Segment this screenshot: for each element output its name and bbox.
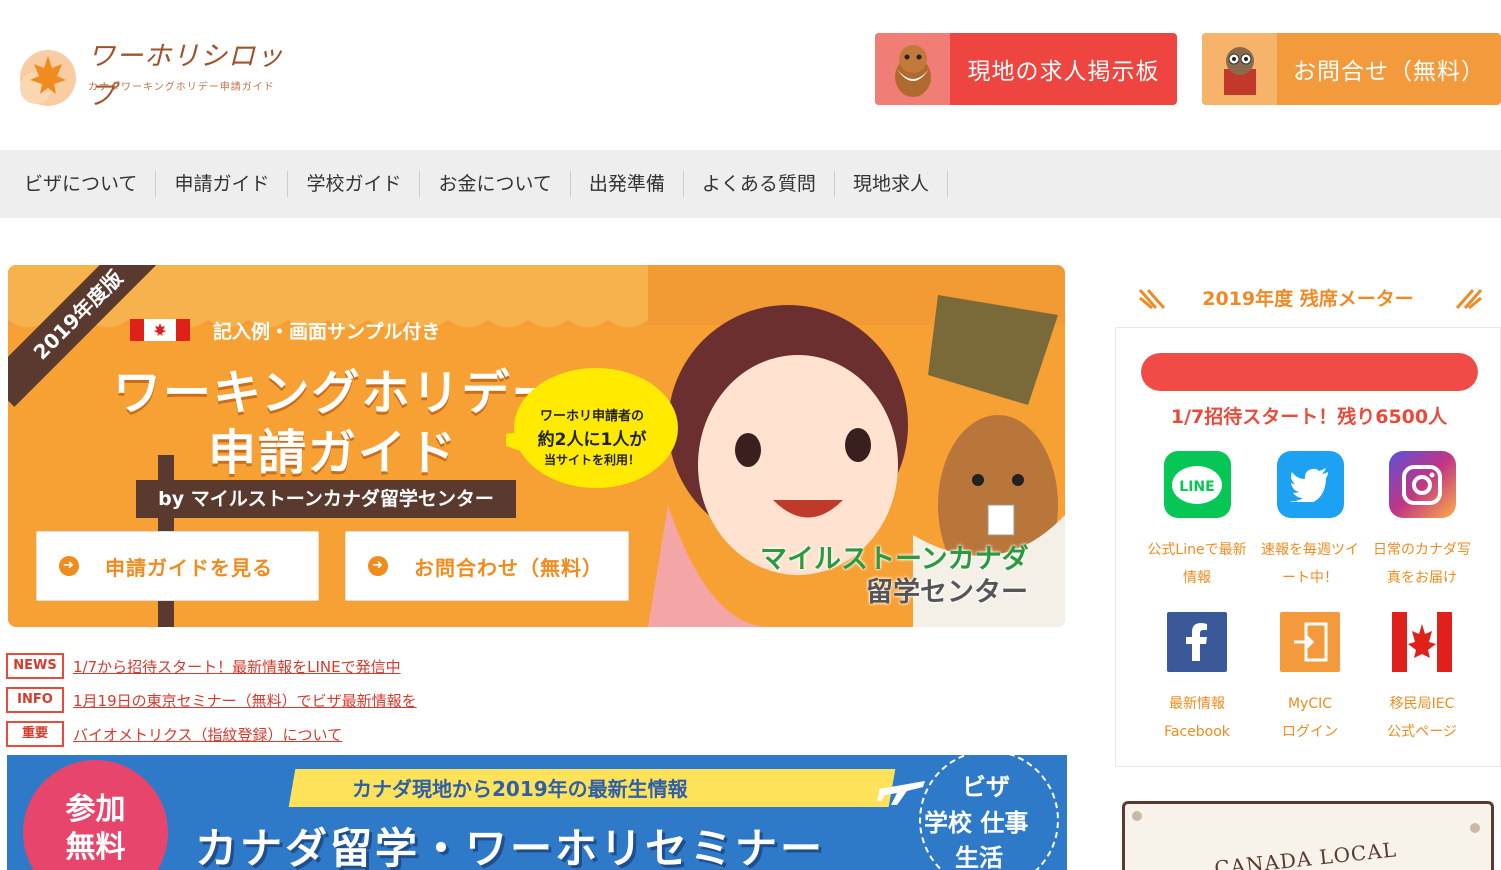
canada-flag-icon — [130, 319, 190, 341]
hero-byline: by マイルストーンカナダ留学センター — [136, 480, 516, 518]
owl-mascot-icon — [1202, 33, 1277, 105]
speech-bubble: ワーホリ申請者の 約2人に1人が 当サイトを利用！ — [506, 363, 678, 493]
sns-facebook[interactable]: 最新情報 Facebook — [1142, 612, 1252, 746]
meter-panel: 1/7招待スタート！残り6500人 LINE 公式Lineで最新 情報 速報を毎週… — [1115, 327, 1501, 767]
logo-title: ワーホリシロップ — [88, 41, 284, 111]
page: ワーホリシロップ カナダワーキングホリデー申請ガイド 現地の求人掲示板 お問合せ… — [0, 0, 1501, 870]
bubble-line1: ワーホリ申請者の — [539, 409, 644, 424]
instagram-icon — [1388, 451, 1456, 518]
mycic-link[interactable]: MyCIC ログイン — [1255, 612, 1365, 746]
jobs-board-button[interactable]: 現地の求人掲示板 — [875, 33, 1177, 105]
pin-icon — [1132, 811, 1142, 821]
airplane-icon — [877, 781, 925, 805]
beaver-mascot-icon — [875, 33, 950, 105]
nav-item-faq[interactable]: よくある質問 — [684, 171, 835, 197]
news-link[interactable]: 1/7から招待スタート！最新情報をLINEで発信中 — [73, 656, 401, 677]
seminar-banner[interactable]: 参加 無料 カナダ現地から2019年の最新生情報 カナダ留学・ワーホリセミナー … — [7, 755, 1067, 870]
sns-caption: MyCIC ログイン — [1282, 696, 1338, 740]
news-item: INFO 1月19日の東京セミナー（無料）でビザ最新情報を — [6, 687, 417, 713]
sns-line[interactable]: LINE 公式Lineで最新 情報 — [1142, 451, 1252, 592]
seminar-ribbon-text: カナダ現地から2019年の最新生情報 — [352, 777, 688, 801]
nav-item-money[interactable]: お金について — [420, 171, 571, 197]
sns-instagram[interactable]: 日常のカナダ写 真をお届け — [1367, 451, 1477, 592]
meter-status: 1/7招待スタート！残り6500人 — [1170, 406, 1448, 428]
sample-caption: 記入例・画面サンプル付き — [213, 321, 441, 343]
topic-line2: 学校 仕事 — [924, 809, 1029, 837]
facebook-icon — [1167, 612, 1227, 672]
line-icon: LINE — [1163, 451, 1231, 518]
meter-title: 2019年度 残席メーター — [1202, 288, 1414, 310]
hero-title-line2: 申請ガイド — [208, 425, 459, 481]
hero-contact-label: お問合わせ（無料） — [414, 555, 603, 580]
sns-caption: 公式Lineで最新 情報 — [1147, 542, 1247, 586]
seat-meter-fill — [1141, 353, 1478, 391]
nav-item-preparation[interactable]: 出発準備 — [571, 171, 684, 197]
sns-caption: 移民局IEC 公式ページ — [1387, 696, 1457, 740]
main-nav: ビザについて 申請ガイド 学校ガイド お金について 出発準備 よくある質問 現地… — [0, 150, 1501, 218]
seminar-title: カナダ留学・ワーホリセミナー — [195, 824, 826, 870]
jobs-board-label: 現地の求人掲示板 — [967, 59, 1160, 85]
bubble-line3: 当サイトを利用！ — [543, 453, 640, 467]
contact-button[interactable]: お問合せ（無料） — [1202, 33, 1501, 105]
sns-caption: 日常のカナダ写 真をお届け — [1373, 542, 1471, 586]
contact-label: お問合せ（無料） — [1293, 59, 1485, 85]
arrow-right-icon: ➜ — [59, 556, 79, 576]
brand-name-line2: 留学センター — [866, 577, 1028, 608]
classified-banner[interactable]: CANADA LOCAL CLASSIFIED — [1122, 801, 1494, 870]
news-item: 重要 バイオメトリクス（指紋登録）について — [6, 721, 342, 747]
sns-caption: 速報を毎週ツイ ート中！ — [1261, 542, 1359, 586]
hero-contact-button[interactable]: ➜ お問合わせ（無料） — [345, 531, 629, 601]
site-logo[interactable]: ワーホリシロップ カナダワーキングホリデー申請ガイド — [8, 30, 288, 111]
sparkle-right-icon — [1455, 289, 1483, 310]
bubble-line2: 約2人に1人が — [537, 430, 647, 450]
twitter-icon — [1276, 451, 1344, 518]
nav-item-visa[interactable]: ビザについて — [6, 171, 157, 197]
seat-meter-bar — [1141, 353, 1478, 391]
news-tag: NEWS — [6, 653, 64, 679]
logo-subtitle: カナダワーキングホリデー申請ガイド — [88, 82, 275, 93]
news-tag: INFO — [6, 687, 64, 713]
arrow-right-icon: ➜ — [368, 556, 388, 576]
nav-item-local-jobs[interactable]: 現地求人 — [835, 171, 948, 197]
news-link[interactable]: 1月19日の東京セミナー（無料）でビザ最新情報を — [73, 690, 417, 711]
view-guide-label: 申請ガイドを見る — [105, 555, 273, 580]
sns-caption: 最新情報 Facebook — [1164, 696, 1230, 740]
svg-text:LINE: LINE — [1179, 479, 1214, 495]
news-item: NEWS 1/7から招待スタート！最新情報をLINEで発信中 — [6, 653, 401, 679]
classified-title: CANADA LOCAL CLASSIFIED — [1213, 837, 1398, 870]
news-tag: 重要 — [6, 721, 64, 747]
nav-item-application-guide[interactable]: 申請ガイド — [156, 171, 289, 197]
mycic-icon — [1280, 612, 1340, 672]
hero-banner[interactable]: 2019年度版 記入例・画面サンプル付き ワーキングホリデー 申請ガイド by … — [8, 265, 1065, 627]
canada-flag-icon — [1392, 612, 1452, 672]
nav-item-school-guide[interactable]: 学校ガイド — [288, 171, 421, 197]
view-guide-button[interactable]: ➜ 申請ガイドを見る — [36, 531, 319, 601]
news-link[interactable]: バイオメトリクス（指紋登録）について — [73, 724, 342, 745]
iec-link[interactable]: 移民局IEC 公式ページ — [1367, 612, 1477, 746]
maple-logo-icon — [20, 50, 76, 106]
topic-line3: 生活 — [955, 844, 1003, 870]
free-line2: 無料 — [65, 830, 126, 865]
topic-line1: ビザ — [962, 773, 1010, 801]
free-badge: 参加 無料 — [23, 760, 168, 870]
sns-twitter[interactable]: 速報を毎週ツイ ート中！ — [1255, 451, 1365, 592]
